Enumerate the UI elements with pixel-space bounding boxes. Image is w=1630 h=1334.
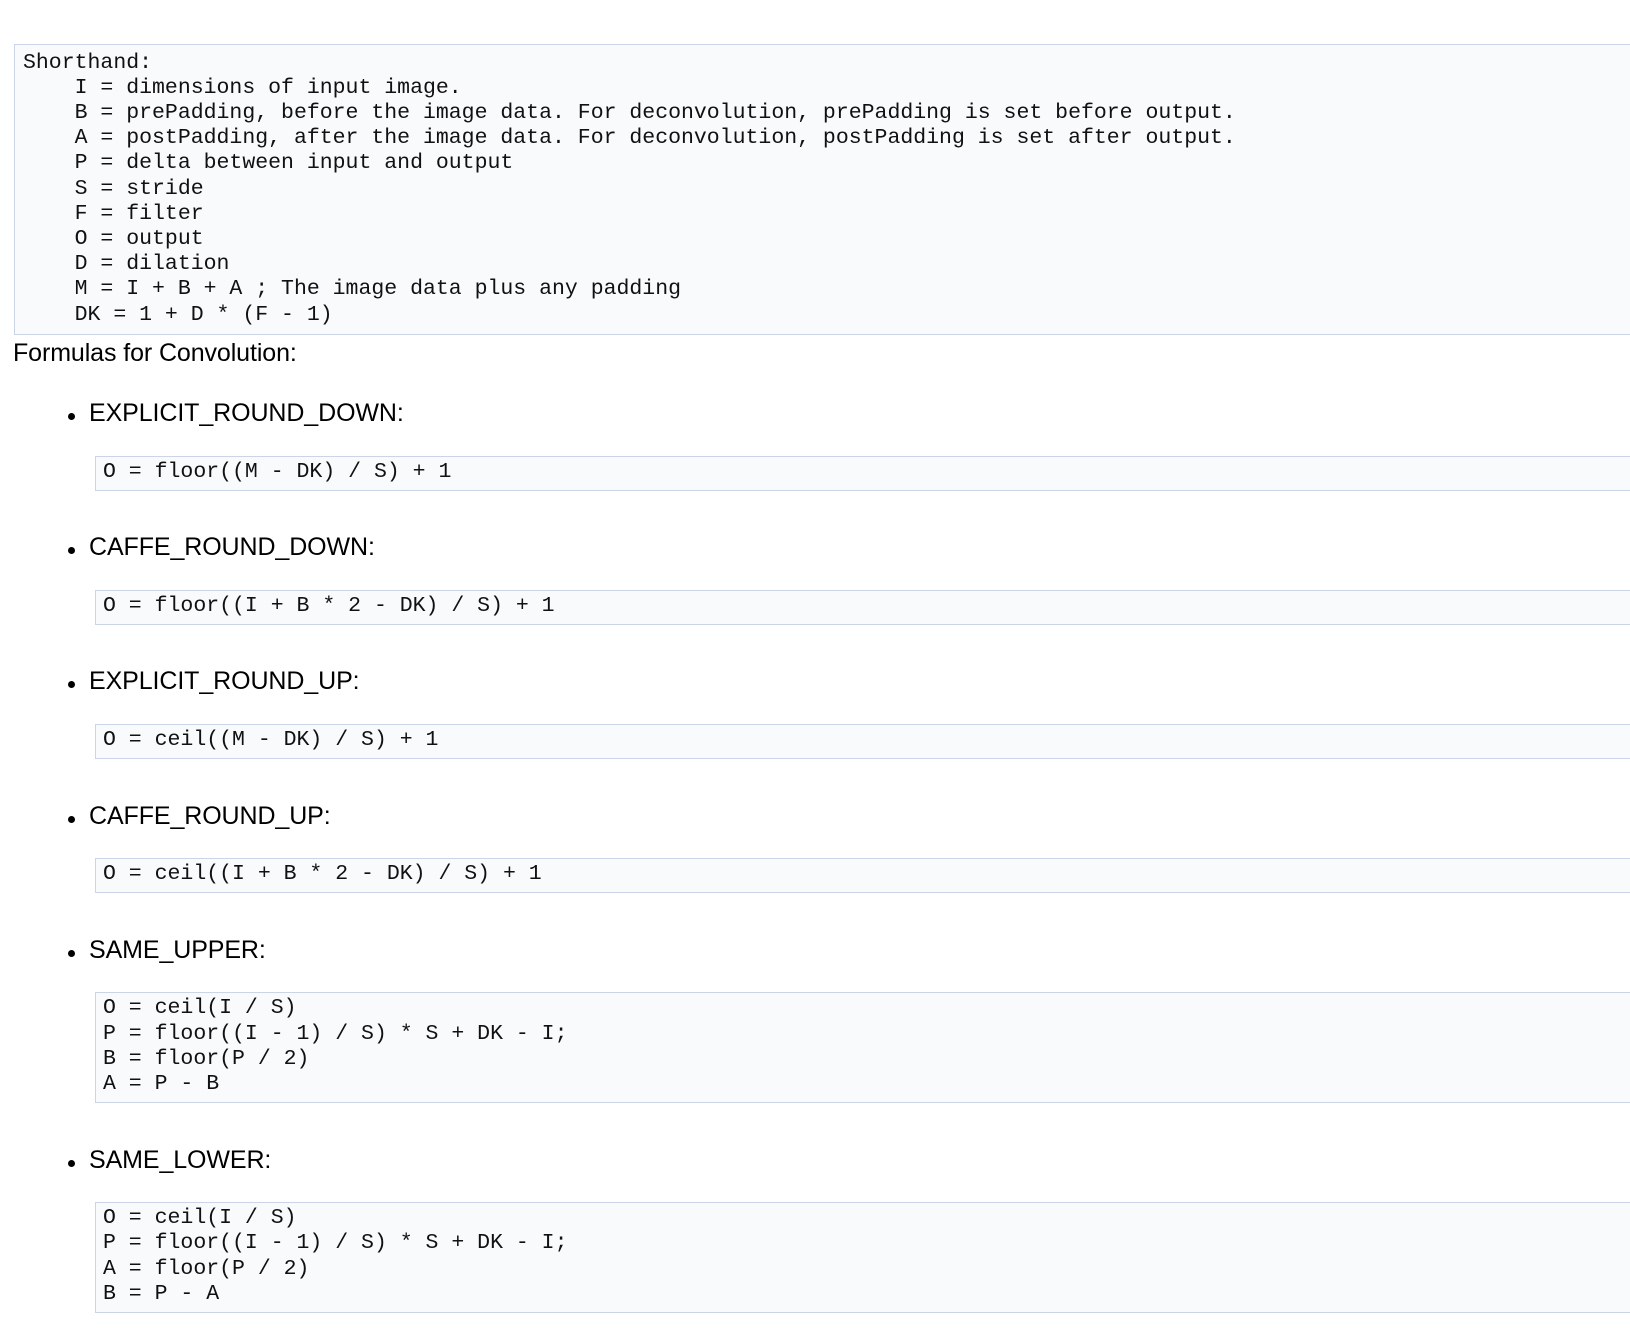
formula-label: SAME_LOWER:	[89, 1145, 272, 1174]
formula-label-row: SAME_UPPER:	[0, 935, 1630, 971]
formula-label: EXPLICIT_ROUND_DOWN:	[89, 399, 404, 427]
bullet-icon	[68, 681, 75, 689]
formula-list: EXPLICIT_ROUND_DOWN: O = floor((M - DK) …	[0, 398, 1630, 1334]
formula-label-row: CAFFE_ROUND_UP:	[0, 801, 1630, 837]
formula-code-block: O = ceil((I + B * 2 - DK) / S) + 1	[95, 858, 1630, 894]
formula-label-row: EXPLICIT_ROUND_DOWN:	[0, 398, 1630, 434]
list-item: SAME_LOWER: O = ceil(I / S) P = floor((I…	[0, 1145, 1630, 1313]
list-item: SAME_UPPER: O = ceil(I / S) P = floor((I…	[0, 935, 1630, 1145]
bullet-icon	[68, 815, 75, 823]
document-page: Shorthand: I = dimensions of input image…	[0, 0, 1630, 1313]
formula-label: EXPLICIT_ROUND_UP:	[89, 667, 360, 696]
formula-code-block: O = ceil(I / S) P = floor((I - 1) / S) *…	[95, 992, 1630, 1104]
page-title: Formulas for Convolution:	[13, 339, 297, 367]
formula-label: SAME_UPPER:	[89, 935, 266, 964]
formula-label-row: SAME_LOWER:	[0, 1145, 1630, 1181]
bullet-icon	[68, 949, 75, 957]
formula-code-block: O = ceil(I / S) P = floor((I - 1) / S) *…	[95, 1202, 1630, 1313]
formula-code-block: O = floor((M - DK) / S) + 1	[95, 455, 1630, 491]
list-item: EXPLICIT_ROUND_UP: O = ceil((M - DK) / S…	[0, 666, 1630, 800]
bullet-icon	[68, 413, 75, 420]
list-item: CAFFE_ROUND_UP: O = ceil((I + B * 2 - DK…	[0, 801, 1630, 935]
formula-label-row: CAFFE_ROUND_DOWN:	[0, 532, 1630, 568]
shorthand-code-block: Shorthand: I = dimensions of input image…	[14, 43, 1630, 335]
formula-code-block: O = ceil((M - DK) / S) + 1	[95, 723, 1630, 760]
formula-label: CAFFE_ROUND_DOWN:	[89, 533, 375, 562]
formula-code-block: O = floor((I + B * 2 - DK) / S) + 1	[95, 589, 1630, 625]
bullet-icon	[68, 1159, 75, 1167]
bullet-icon	[68, 547, 75, 555]
list-item: EXPLICIT_ROUND_DOWN: O = floor((M - DK) …	[0, 398, 1630, 532]
formula-label: CAFFE_ROUND_UP:	[89, 801, 331, 830]
list-item: CAFFE_ROUND_DOWN: O = floor((I + B * 2 -…	[0, 532, 1630, 666]
formula-label-row: EXPLICIT_ROUND_UP:	[0, 666, 1630, 702]
